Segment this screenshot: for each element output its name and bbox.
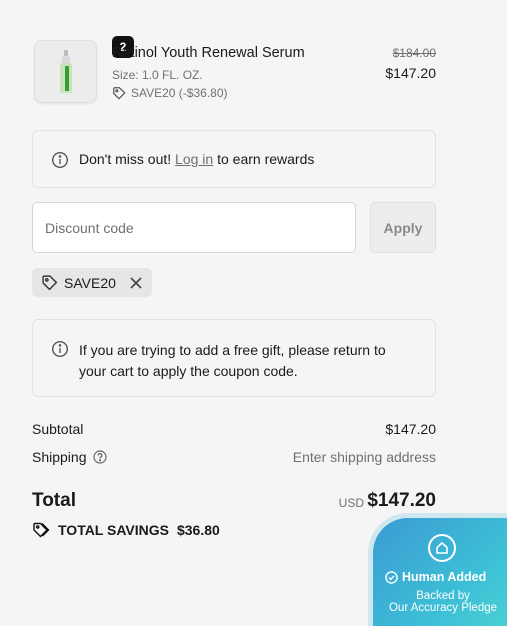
total-label: Total — [32, 490, 76, 511]
tags-icon — [33, 522, 50, 538]
order-summary: 2 Retinol Youth Renewal Serum Size: 1.0 … — [32, 36, 436, 538]
applied-discount-chip: SAVE20 — [32, 268, 152, 297]
shipping-row: Shipping Enter shipping address — [32, 449, 436, 465]
subtotal-row: Subtotal $147.20 — [32, 421, 436, 437]
accuracy-pledge-badge[interactable]: Human Added Backed by Our Accuracy Pledg… — [368, 513, 507, 626]
gift-notice: If you are trying to add a free gift, pl… — [32, 319, 436, 397]
tag-icon — [113, 87, 126, 100]
product-discount: SAVE20 (-$36.80) — [112, 86, 228, 100]
original-price: $184.00 — [392, 46, 436, 60]
product-name: Retinol Youth Renewal Serum — [112, 45, 305, 61]
check-circle-icon — [385, 570, 398, 584]
product-size: Size: 1.0 FL. OZ. — [112, 68, 203, 82]
total-savings: TOTAL SAVINGS $36.80 — [32, 521, 220, 539]
rewards-suffix: to earn rewards — [217, 151, 315, 167]
shipping-value: Enter shipping address — [292, 449, 436, 465]
remove-discount-button[interactable] — [130, 276, 142, 289]
tag-icon — [42, 275, 58, 291]
discount-code-input[interactable] — [32, 202, 356, 253]
line-item: 2 Retinol Youth Renewal Serum Size: 1.0 … — [32, 36, 436, 106]
savings-value: $36.80 — [176, 522, 220, 538]
badge-title: Human Added — [385, 570, 486, 584]
info-icon — [51, 340, 69, 358]
login-link[interactable]: Log in — [175, 151, 213, 167]
info-icon — [51, 151, 69, 169]
close-icon — [130, 276, 142, 289]
total-row: Total USD $147.20 — [32, 488, 436, 514]
badge-line-2: Our Accuracy Pledge — [388, 602, 498, 614]
badge-title-text: Human Added — [402, 570, 487, 584]
subtotal-value: $147.20 — [385, 421, 436, 437]
applied-code-label: SAVE20 — [64, 274, 116, 291]
home-icon — [428, 534, 456, 562]
rewards-prefix: Don't miss out! — [79, 151, 172, 167]
rewards-notice: Don't miss out! Log in to earn rewards — [32, 130, 436, 188]
badge-line-1: Backed by — [416, 590, 470, 602]
savings-label: TOTAL SAVINGS — [58, 522, 169, 538]
gift-notice-text: If you are trying to add a free gift, pl… — [79, 342, 386, 379]
product-discount-label: SAVE20 (-$36.80) — [131, 86, 228, 100]
total-value: $147.20 — [367, 490, 436, 511]
apply-button[interactable]: Apply — [370, 202, 436, 253]
help-icon[interactable] — [92, 450, 107, 464]
subtotal-label: Subtotal — [32, 421, 84, 437]
shipping-label: Shipping — [32, 449, 87, 465]
item-price: $147.20 — [385, 65, 436, 81]
badge-subtitle: Backed by Our Accuracy Pledge — [373, 590, 507, 614]
currency-code: USD — [338, 496, 364, 510]
product-image — [34, 40, 97, 103]
